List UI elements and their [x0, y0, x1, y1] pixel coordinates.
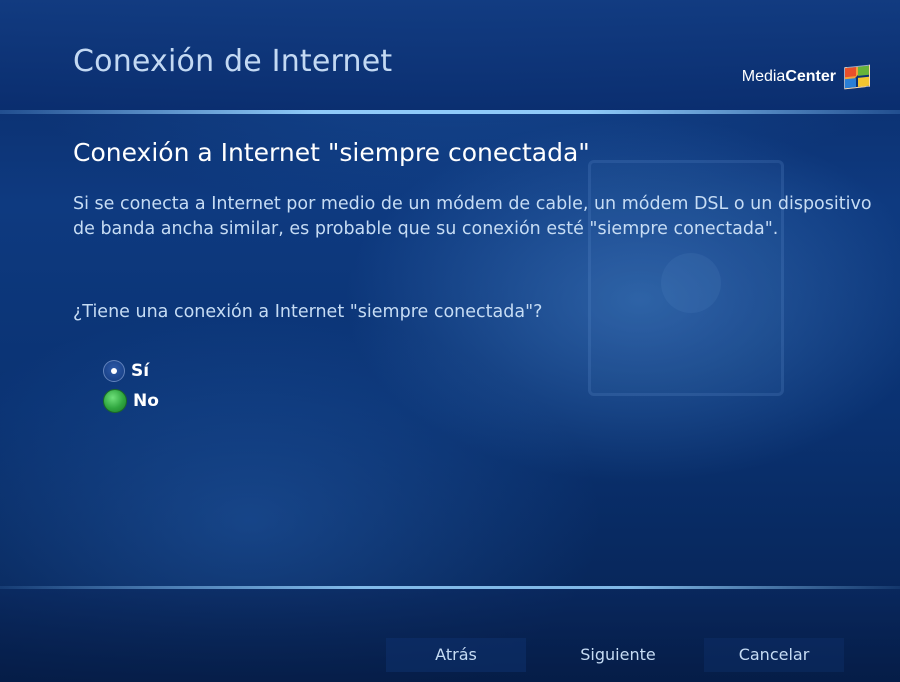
option-yes-label: Sí [131, 361, 150, 381]
header-bar: Conexión de Internet Media Center [0, 0, 900, 110]
question-text: ¿Tiene una conexión a Internet "siempre … [73, 302, 543, 322]
brand-text-bold: Center [785, 68, 836, 85]
brand-text-light: Media [741, 68, 786, 85]
back-button[interactable]: Atrás [386, 638, 526, 672]
option-no[interactable]: No [103, 386, 159, 416]
option-yes[interactable]: Sí [103, 356, 159, 386]
section-title: Conexión a Internet "siempre conectada" [73, 138, 590, 167]
page-title: Conexión de Internet [73, 44, 393, 79]
cancel-button[interactable]: Cancelar [704, 638, 844, 672]
header-divider [0, 110, 900, 114]
connection-options: Sí No [103, 356, 159, 416]
next-button[interactable]: Siguiente [548, 638, 688, 672]
media-center-wizard: Conexión de Internet Media Center Conexió… [0, 0, 900, 682]
media-center-logo: Media Center [741, 64, 870, 90]
radio-selected-icon[interactable] [103, 360, 125, 382]
option-no-label: No [133, 391, 159, 411]
radio-focus-icon[interactable] [103, 389, 127, 413]
windows-flag-icon [844, 64, 870, 90]
description-text: Si se conecta a Internet por medio de un… [73, 194, 872, 239]
